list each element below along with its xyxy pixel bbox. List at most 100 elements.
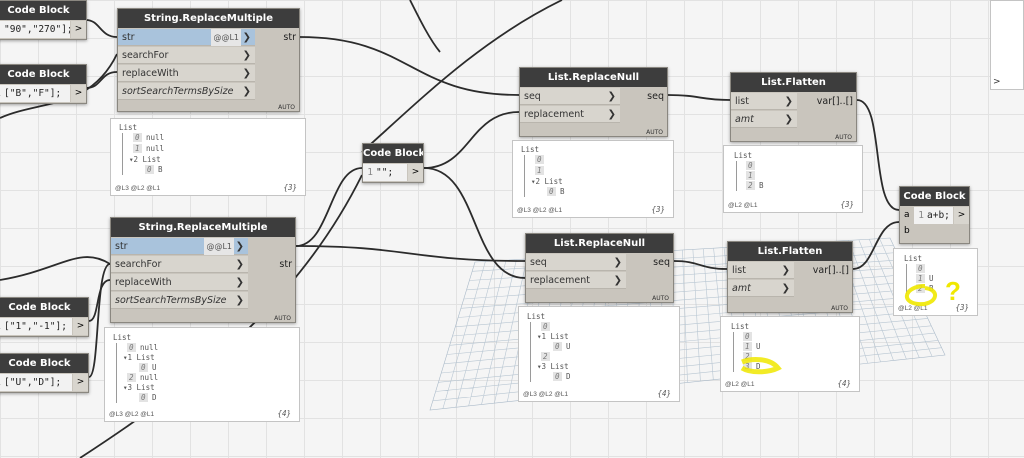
item-count: {3} xyxy=(283,183,297,192)
item-count: {4} xyxy=(837,379,851,388)
input-port-searchfor[interactable]: searchFor ❯ xyxy=(118,47,255,64)
code-block-5[interactable]: Code Block 1["U","D"]; > xyxy=(0,353,89,393)
item-count: {3} xyxy=(651,205,665,214)
chevron-right-icon: ❯ xyxy=(242,50,251,61)
input-port-list[interactable]: list ❯ xyxy=(728,262,794,279)
list-replace-null-1[interactable]: List.ReplaceNull seq ❯ replacement ❯ seq A… xyxy=(519,67,668,137)
code-block-1[interactable]: Code Block "90","270"]; > xyxy=(0,0,87,40)
node-title: Code Block xyxy=(0,354,88,373)
code-text: a+b; xyxy=(927,210,950,221)
lacing-auto-label: AUTO xyxy=(278,104,295,111)
lacing-auto-label: AUTO xyxy=(646,129,663,136)
input-port-searchfor[interactable]: searchFor ❯ xyxy=(111,256,248,273)
list-flatten-1[interactable]: List.Flatten list ❯ amt ❯ var[]..[] AUTO xyxy=(730,72,857,142)
chevron-right-icon: ❯ xyxy=(235,295,244,306)
list-levels: @L2 @L1 xyxy=(898,305,928,312)
input-port-replacewith[interactable]: replaceWith ❯ xyxy=(111,274,248,291)
input-port-amt[interactable]: amt ❯ xyxy=(731,111,797,128)
output-port[interactable]: > xyxy=(408,164,423,181)
input-port-list[interactable]: list ❯ xyxy=(731,93,797,110)
code-line[interactable]: 1 a+b; xyxy=(914,207,953,224)
node-title: List.Flatten xyxy=(731,73,856,92)
list-levels: @L2 @L1 xyxy=(725,381,755,388)
chevron-right-icon: ❯ xyxy=(784,114,793,125)
code-line[interactable]: 1["U","D"]; xyxy=(0,374,72,391)
preview-bubble-3[interactable]: List 0 1 2 B @L2 @L1 {3} xyxy=(723,145,863,213)
offscreen-node[interactable]: > xyxy=(990,0,1024,90)
input-port-str[interactable]: str @@L1 ❯ xyxy=(118,29,255,46)
node-title: Code Block xyxy=(363,144,423,163)
lacing-badge[interactable]: @@L1 xyxy=(211,29,241,46)
string-replace-multiple-1[interactable]: String.ReplaceMultiple str @@L1 ❯ searchFo… xyxy=(117,8,300,112)
output-port-seq[interactable]: seq xyxy=(653,254,670,271)
output-port-var[interactable]: var[]..[] xyxy=(813,262,849,279)
list-flatten-2[interactable]: List.Flatten list ❯ amt ❯ var[]..[] AUTO xyxy=(727,241,853,313)
input-port-replacewith[interactable]: replaceWith ❯ xyxy=(118,65,255,82)
chevron-right-icon: ❯ xyxy=(613,257,622,268)
code-line[interactable]: 1["B","F"]; xyxy=(0,85,70,102)
list-levels: @L3 @L2 @L1 xyxy=(109,411,155,418)
more-output-button[interactable]: > xyxy=(993,77,1001,87)
chevron-right-icon: ❯ xyxy=(613,275,622,286)
chevron-right-icon: ❯ xyxy=(607,91,616,102)
code-block-2[interactable]: Code Block 1["B","F"]; > xyxy=(0,64,87,104)
input-port-str[interactable]: str @@L1 ❯ xyxy=(111,238,248,255)
preview-bubble-4[interactable]: List 0 null ▾1 List 0 U 2 null ▾3 List 0… xyxy=(104,327,300,422)
output-port-var[interactable]: var[]..[] xyxy=(817,93,853,110)
chevron-right-icon: ❯ xyxy=(235,277,244,288)
preview-bubble-5[interactable]: List 0 ▾1 List 0 U 2 ▾3 List 0 D @L3 @L2… xyxy=(518,306,680,402)
input-port-seq[interactable]: seq ❯ xyxy=(520,88,620,105)
code-text: ["U","D"]; xyxy=(4,377,62,388)
chevron-right-icon: ❯ xyxy=(242,32,251,43)
output-port-seq[interactable]: seq xyxy=(647,88,664,105)
chevron-right-icon: ❯ xyxy=(235,259,244,270)
lacing-auto-label: AUTO xyxy=(831,305,848,312)
input-port-replacement[interactable]: replacement ❯ xyxy=(520,106,620,123)
output-port[interactable]: > xyxy=(73,318,88,335)
chevron-right-icon: ❯ xyxy=(242,68,251,79)
code-text: "90","270"]; xyxy=(4,24,70,35)
output-port[interactable]: > xyxy=(954,207,969,224)
output-port[interactable]: > xyxy=(73,374,88,391)
code-line[interactable]: 1 ""; xyxy=(363,164,407,181)
input-port-replacement[interactable]: replacement ❯ xyxy=(526,272,626,289)
list-levels: @L3 @L2 @L1 xyxy=(517,207,563,214)
preview-bubble-2[interactable]: List 0 1 ▾2 List 0 B @L3 @L2 @L1 {3} xyxy=(512,140,674,218)
output-port[interactable]: > xyxy=(71,21,86,38)
code-text: ""; xyxy=(376,167,394,178)
output-port-str[interactable]: str xyxy=(279,256,292,273)
input-port-sortsearchtermsbysize[interactable]: sortSearchTermsBySize ❯ xyxy=(118,83,255,100)
node-title: Code Block xyxy=(900,187,969,206)
lacing-badge[interactable]: @@L1 xyxy=(204,238,234,255)
code-block-6[interactable]: Code Block a b 1 a+b; > xyxy=(899,186,970,244)
lacing-auto-label: AUTO xyxy=(652,295,669,302)
node-title: List.Flatten xyxy=(728,242,852,261)
item-count: {4} xyxy=(657,389,671,398)
input-port-b[interactable]: b xyxy=(904,223,910,240)
input-port-a[interactable]: a xyxy=(904,207,910,224)
input-port-sortsearchtermsbysize[interactable]: sortSearchTermsBySize ❯ xyxy=(111,292,248,309)
chevron-right-icon: ❯ xyxy=(781,265,790,276)
lacing-auto-label: AUTO xyxy=(274,315,291,322)
list-levels: @L3 @L2 @L1 xyxy=(523,391,569,398)
string-replace-multiple-2[interactable]: String.ReplaceMultiple str @@L1 ❯ searchFo… xyxy=(110,217,296,323)
node-title: Code Block xyxy=(0,1,86,20)
output-port[interactable]: > xyxy=(71,85,86,102)
input-port-seq[interactable]: seq ❯ xyxy=(526,254,626,271)
input-port-amt[interactable]: amt ❯ xyxy=(728,280,794,297)
preview-bubble-6[interactable]: List 0 1 U 2 3 D @L2 @L1 {4} xyxy=(720,316,860,392)
item-count: {3} xyxy=(955,303,969,312)
code-text: ["1","-1"]; xyxy=(4,321,67,332)
preview-bubble-7[interactable]: List 0 1 U 2 B @L2 @L1 {3} xyxy=(893,248,978,316)
node-title: List.ReplaceNull xyxy=(526,234,673,253)
preview-bubble-1[interactable]: List 0 null 1 null ▾2 List 0 B @L3 @L2 @… xyxy=(110,118,306,196)
chevron-right-icon: ❯ xyxy=(784,96,793,107)
node-title: List.ReplaceNull xyxy=(520,68,667,87)
code-line[interactable]: "90","270"]; xyxy=(0,21,70,38)
output-port-str[interactable]: str xyxy=(283,29,296,46)
code-block-3[interactable]: Code Block 1 ""; > xyxy=(362,143,424,183)
lacing-auto-label: AUTO xyxy=(835,134,852,141)
list-replace-null-2[interactable]: List.ReplaceNull seq ❯ replacement ❯ seq A… xyxy=(525,233,674,303)
code-line[interactable]: 1["1","-1"]; xyxy=(0,318,72,335)
code-block-4[interactable]: Code Block 1["1","-1"]; > xyxy=(0,297,89,337)
